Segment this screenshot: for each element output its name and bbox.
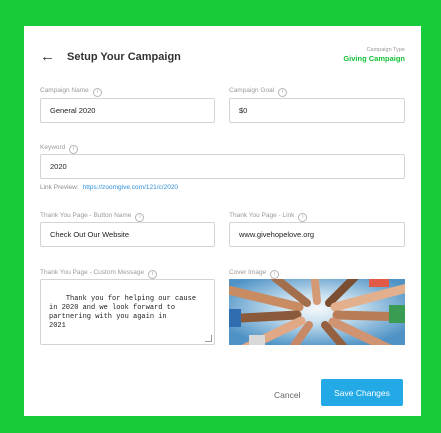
cover-image-hands-picture xyxy=(229,279,405,345)
info-icon[interactable]: i xyxy=(69,145,79,154)
campaign-type: Campaign Type Giving Campaign xyxy=(343,46,405,64)
campaign-name-label: Campaign Name i xyxy=(40,86,102,97)
link-preview-label: Link Preview: xyxy=(40,184,79,191)
save-changes-button[interactable]: Save Changes xyxy=(321,379,403,406)
link-preview: Link Preview: https://zoomgive.com/121/c/… xyxy=(40,183,178,193)
info-icon[interactable]: i xyxy=(148,270,158,279)
campaign-setup-card: ← Setup Your Campaign Campaign Type Givi… xyxy=(24,26,421,416)
ty-message-label: Thank You Page - Custom Message i xyxy=(40,268,158,279)
ty-button-name-label: Thank You Page - Button Name i xyxy=(40,211,145,222)
ty-button-name-label-text: Thank You Page - Button Name xyxy=(40,212,132,219)
campaign-goal-value: $0 xyxy=(239,106,248,115)
link-preview-url[interactable]: https://zoomgive.com/121/c/2020 xyxy=(83,184,178,191)
cover-image-label-text: Cover Image xyxy=(229,269,267,276)
cover-image[interactable] xyxy=(229,279,405,345)
cancel-button[interactable]: Cancel xyxy=(274,390,300,400)
keyword-label: Keyword i xyxy=(40,143,79,154)
header: ← Setup Your Campaign Campaign Type Givi… xyxy=(40,46,405,68)
ty-message-label-text: Thank You Page - Custom Message xyxy=(40,269,145,276)
ty-link-value: www.givehopelove.org xyxy=(239,230,315,239)
ty-message-value: Thank you for helping our cause in 2020 … xyxy=(49,295,197,330)
campaign-goal-label: Campaign Goal i xyxy=(229,86,288,97)
cover-image-label: Cover Image i xyxy=(229,268,280,279)
info-icon[interactable]: i xyxy=(92,88,102,97)
ty-button-name-input[interactable]: Check Out Our Website xyxy=(40,222,215,247)
campaign-goal-input[interactable]: $0 xyxy=(229,98,405,123)
campaign-name-input[interactable]: General 2020 xyxy=(40,98,215,123)
campaign-type-label: Campaign Type xyxy=(366,47,405,53)
campaign-name-value: General 2020 xyxy=(50,106,96,115)
back-arrow-icon[interactable]: ← xyxy=(40,48,56,66)
info-icon[interactable]: i xyxy=(270,270,280,279)
page-title: Setup Your Campaign xyxy=(67,51,181,63)
ty-link-input[interactable]: www.givehopelove.org xyxy=(229,222,405,247)
keyword-label-text: Keyword xyxy=(40,144,66,151)
campaign-goal-label-text: Campaign Goal xyxy=(229,87,275,94)
keyword-value: 2020 xyxy=(50,162,67,171)
campaign-type-value: Giving Campaign xyxy=(343,54,405,63)
ty-button-name-value: Check Out Our Website xyxy=(50,230,130,239)
info-icon[interactable]: i xyxy=(298,213,308,222)
campaign-name-label-text: Campaign Name xyxy=(40,87,89,94)
info-icon[interactable]: i xyxy=(278,88,288,97)
keyword-input[interactable]: 2020 xyxy=(40,154,405,179)
info-icon[interactable]: i xyxy=(135,213,145,222)
ty-link-label-text: Thank You Page - Link xyxy=(229,212,295,219)
resize-handle-icon[interactable] xyxy=(205,335,212,342)
ty-message-textarea[interactable]: Thank you for helping our cause in 2020 … xyxy=(40,279,215,345)
ty-link-label: Thank You Page - Link i xyxy=(229,211,308,222)
